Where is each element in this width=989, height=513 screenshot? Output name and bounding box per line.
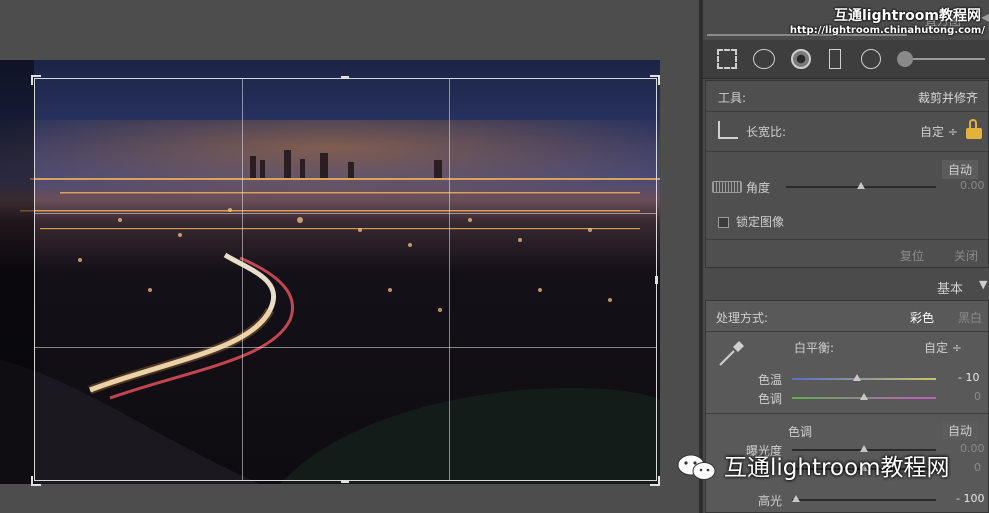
eyedropper-icon[interactable] <box>716 337 748 369</box>
angle-label: 角度 <box>746 181 771 195</box>
constrain-label: 锁定图像 <box>736 215 785 229</box>
wb-dropdown[interactable]: 自定 ÷ <box>924 339 962 356</box>
crop-handle-bottom[interactable] <box>341 480 349 483</box>
highlights-value[interactable]: - 100 <box>956 492 984 505</box>
temp-slider[interactable] <box>792 378 936 380</box>
crop-grid-line <box>242 79 243 480</box>
temp-slider-thumb[interactable] <box>853 374 861 381</box>
contrast-value[interactable]: 0 <box>974 461 981 474</box>
crop-handle-top-left[interactable] <box>31 75 41 85</box>
watermark-url: http://lightroom.chinahutong.com/ <box>789 25 985 36</box>
highlights-slider[interactable] <box>792 499 936 501</box>
crop-overlay-tool-icon[interactable] <box>717 49 737 69</box>
active-tool-name: 裁剪并修齐 <box>918 91 979 105</box>
crop-overlay[interactable] <box>34 78 657 481</box>
crop-handle-right[interactable] <box>655 276 658 284</box>
reset-button[interactable]: 复位 <box>900 247 924 264</box>
wechat-logo-icon <box>677 454 716 480</box>
separator <box>706 111 988 112</box>
image-workspace <box>0 0 699 513</box>
straighten-tool-icon[interactable] <box>712 181 742 193</box>
wb-label: 白平衡: <box>794 341 835 355</box>
crop-handle-bottom-left[interactable] <box>31 476 41 486</box>
treatment-bw-option[interactable]: 黑白 <box>958 309 982 326</box>
spot-removal-tool-icon[interactable] <box>753 49 775 69</box>
crop-grid-line <box>449 79 450 480</box>
highlights-slider-thumb[interactable] <box>792 495 800 502</box>
highlights-label: 高光 <box>758 494 783 508</box>
crop-mask-left <box>0 60 34 484</box>
separator <box>706 151 988 152</box>
develop-right-panel: 直方图 ◀ 工具: 裁剪并修齐 长宽比: 自定 ÷ 自动 角度 0.00 锁定图… <box>703 0 989 513</box>
tint-label: 色调 <box>758 392 783 406</box>
tint-value[interactable]: 0 <box>974 390 981 403</box>
basic-section-header[interactable]: 基本 ▼ <box>705 272 989 300</box>
watermark-bottom-text: 互通lightroom教程网 <box>724 455 950 481</box>
tone-auto-button[interactable]: 自动 <box>942 421 979 440</box>
tool-strip <box>703 40 989 79</box>
angle-value[interactable]: 0.00 <box>960 179 985 192</box>
crop-handle-bottom-right[interactable] <box>650 476 660 486</box>
collapse-triangle-icon[interactable]: ◀ <box>981 10 989 24</box>
tools-label: 工具: <box>718 91 747 105</box>
temp-label: 色温 <box>758 373 783 387</box>
aspect-label: 长宽比: <box>746 125 787 139</box>
aspect-dropdown[interactable]: 自定 ÷ <box>920 123 958 140</box>
basic-collapse-icon[interactable]: ▼ <box>979 278 987 291</box>
constrain-checkbox[interactable] <box>718 217 729 228</box>
separator <box>706 413 988 414</box>
separator <box>706 239 988 240</box>
temp-value[interactable]: - 10 <box>958 371 979 384</box>
brush-line <box>913 58 985 60</box>
crop-section: 工具: 裁剪并修齐 长宽比: 自定 ÷ 自动 角度 0.00 锁定图像 复位 关… <box>705 80 989 268</box>
exposure-value[interactable]: 0.00 <box>960 442 985 455</box>
angle-slider-thumb[interactable] <box>857 182 865 189</box>
red-eye-tool-icon[interactable] <box>791 49 811 69</box>
watermark-site-title: 互通lightroom教程网 <box>833 8 981 24</box>
treatment-color-option[interactable]: 彩色 <box>910 309 934 326</box>
aspect-lock-icon[interactable] <box>966 119 982 139</box>
crop-frame-icon[interactable] <box>718 121 738 139</box>
radial-filter-tool-icon[interactable] <box>861 49 881 69</box>
adjustment-brush-tool-icon[interactable] <box>897 51 913 67</box>
graduated-filter-tool-icon[interactable] <box>829 49 841 69</box>
crop-handle-top-right[interactable] <box>650 75 660 85</box>
basic-section-title: 基本 <box>937 282 964 297</box>
tone-label: 色调 <box>788 425 813 439</box>
close-button[interactable]: 关闭 <box>954 247 978 264</box>
tint-slider-thumb[interactable] <box>860 393 868 400</box>
angle-auto-button[interactable]: 自动 <box>942 160 979 179</box>
crop-grid-line <box>35 213 656 214</box>
crop-grid-line <box>35 347 656 348</box>
crop-handle-top[interactable] <box>341 76 349 79</box>
treatment-label: 处理方式: <box>716 311 769 325</box>
separator <box>706 331 988 332</box>
